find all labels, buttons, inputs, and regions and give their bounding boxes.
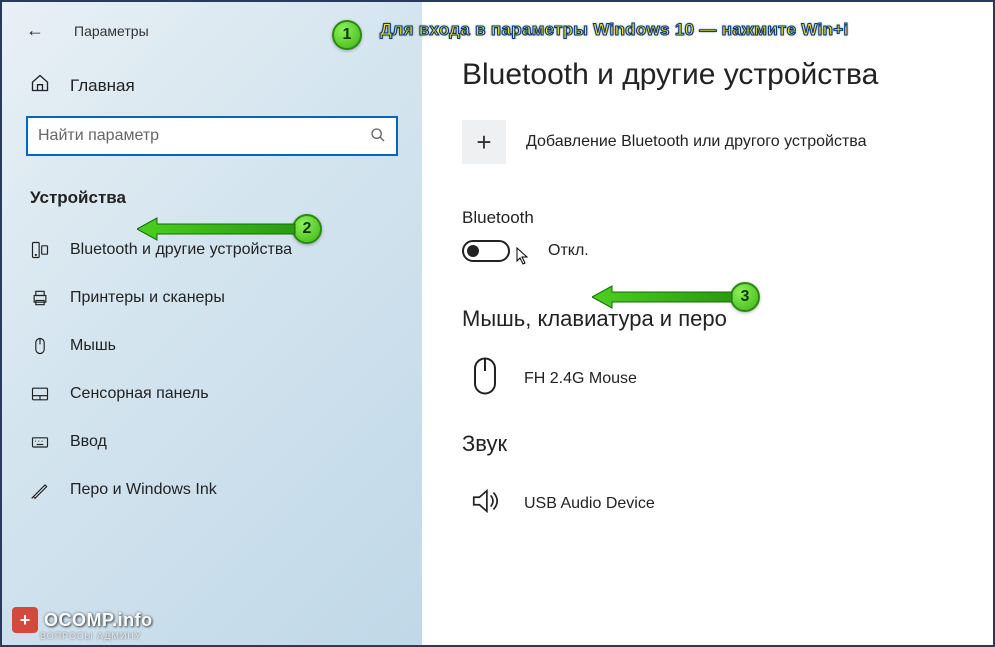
back-arrow-icon[interactable]: ← xyxy=(26,20,44,41)
touchpad-icon xyxy=(30,384,50,404)
add-device-label: Добавление Bluetooth или другого устройс… xyxy=(526,133,867,151)
home-label: Главная xyxy=(70,76,135,96)
annotation-badge-2: 2 xyxy=(292,214,322,244)
nav-label: Перо и Windows Ink xyxy=(70,481,217,499)
watermark: + OCOMP.info xyxy=(12,607,153,633)
nav-label: Bluetooth и другие устройства xyxy=(70,241,292,259)
search-input[interactable] xyxy=(38,127,370,145)
settings-title: Параметры xyxy=(74,23,149,39)
annotation-tip-1: Для входа в параметры Windows 10 — нажми… xyxy=(380,20,849,40)
bluetooth-label: Bluetooth xyxy=(462,208,963,228)
nav-pen[interactable]: Перо и Windows Ink xyxy=(2,466,422,514)
bluetooth-status: Откл. xyxy=(548,242,589,260)
search-box[interactable] xyxy=(26,116,398,156)
printer-icon xyxy=(30,288,50,308)
speaker-icon xyxy=(470,481,500,526)
nav-printers[interactable]: Принтеры и сканеры xyxy=(2,274,422,322)
toggle-knob xyxy=(467,245,479,257)
pen-icon xyxy=(30,480,50,500)
nav-mouse[interactable]: Мышь xyxy=(2,322,422,370)
nav-touchpad[interactable]: Сенсорная панель xyxy=(2,370,422,418)
search-icon xyxy=(370,127,386,146)
category-devices: Устройства xyxy=(2,174,422,226)
device-name: USB Audio Device xyxy=(524,495,655,513)
device-audio[interactable]: USB Audio Device xyxy=(462,475,963,556)
sound-section-heading: Звук xyxy=(462,431,963,457)
input-section-heading: Мышь, клавиатура и перо xyxy=(462,306,963,332)
watermark-text: OCOMP.info xyxy=(44,610,153,631)
nav-label: Сенсорная панель xyxy=(70,385,209,403)
sidebar: ← Параметры Главная Устройства Bluetooth… xyxy=(2,2,422,645)
device-name: FH 2.4G Mouse xyxy=(524,370,637,388)
watermark-icon: + xyxy=(12,607,38,633)
page-title: Bluetooth и другие устройства xyxy=(462,58,963,92)
add-device-button[interactable]: + Добавление Bluetooth или другого устро… xyxy=(462,120,963,164)
annotation-badge-3: 3 xyxy=(730,282,760,312)
nav-label: Принтеры и сканеры xyxy=(70,289,225,307)
sidebar-home[interactable]: Главная xyxy=(2,51,422,116)
keyboard-icon xyxy=(30,432,50,452)
watermark-sub: ВОПРОСЫ АДМИНУ xyxy=(40,631,142,641)
nav-label: Ввод xyxy=(70,433,107,451)
devices-icon xyxy=(30,240,50,260)
home-icon xyxy=(30,73,50,98)
mouse-device-icon xyxy=(470,356,500,401)
nav-typing[interactable]: Ввод xyxy=(2,418,422,466)
annotation-badge-1: 1 xyxy=(332,20,362,50)
main-content: Bluetooth и другие устройства + Добавлен… xyxy=(422,2,993,645)
nav-bluetooth[interactable]: Bluetooth и другие устройства xyxy=(2,226,422,274)
plus-icon: + xyxy=(462,120,506,164)
nav-label: Мышь xyxy=(70,337,116,355)
cursor-icon xyxy=(516,247,530,268)
bluetooth-toggle[interactable] xyxy=(462,240,510,262)
mouse-icon xyxy=(30,336,50,356)
device-mouse[interactable]: FH 2.4G Mouse xyxy=(462,350,963,431)
